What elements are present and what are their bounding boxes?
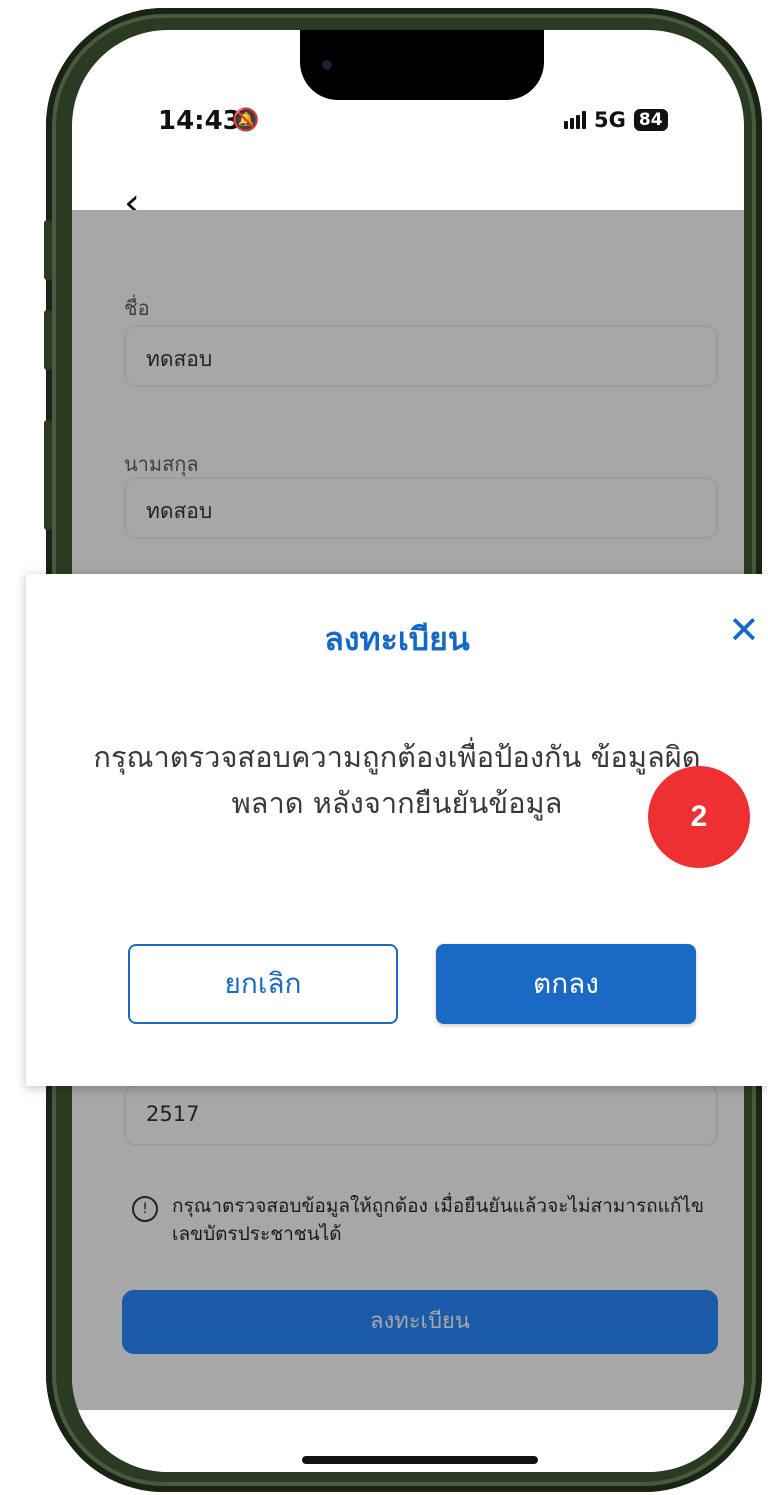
status-right: 5G 84 (564, 108, 668, 132)
last-name-label: นามสกุล (124, 452, 199, 476)
camera-icon (322, 60, 332, 70)
register-button[interactable]: ลงทะเบียน (122, 1290, 718, 1354)
first-name-value: ทดสอบ (146, 347, 213, 371)
status-time: 14:43 (158, 106, 241, 136)
step-badge: 2 (648, 766, 750, 868)
network-label: 5G (594, 108, 626, 132)
dialog-title: ลงทะเบียน (324, 620, 470, 658)
signal-icon (564, 111, 586, 129)
info-icon: ! (132, 1196, 158, 1222)
battery-icon: 84 (633, 109, 668, 131)
ok-button[interactable]: ตกลง (436, 944, 696, 1024)
last-name-value: ทดสอบ (146, 499, 213, 523)
close-icon[interactable]: ✕ (728, 610, 760, 650)
mute-bell-icon: 🔕 (232, 108, 260, 133)
dialog-message: กรุณาตรวจสอบความถูกต้องเพื่อป้องกัน ข้อม… (93, 740, 701, 820)
notice-text: กรุณาตรวจสอบข้อมูลให้ถูกต้อง เมื่อยืนยัน… (172, 1195, 704, 1245)
home-indicator[interactable] (302, 1456, 538, 1464)
partial-field[interactable]: 2517 (124, 1084, 718, 1146)
notice: ! กรุณาตรวจสอบข้อมูลให้ถูกต้อง เมื่อยืนย… (132, 1192, 722, 1248)
last-name-field[interactable]: ทดสอบ (124, 477, 718, 539)
notch (300, 30, 544, 100)
partial-field-value: 2517 (146, 1102, 200, 1126)
phone-side-button (44, 220, 52, 280)
first-name-label: ชื่อ (124, 296, 150, 320)
phone-volume-down-button (44, 420, 52, 530)
phone-volume-up-button (44, 310, 52, 370)
cancel-button[interactable]: ยกเลิก (128, 944, 398, 1024)
first-name-field[interactable]: ทดสอบ (124, 325, 718, 387)
